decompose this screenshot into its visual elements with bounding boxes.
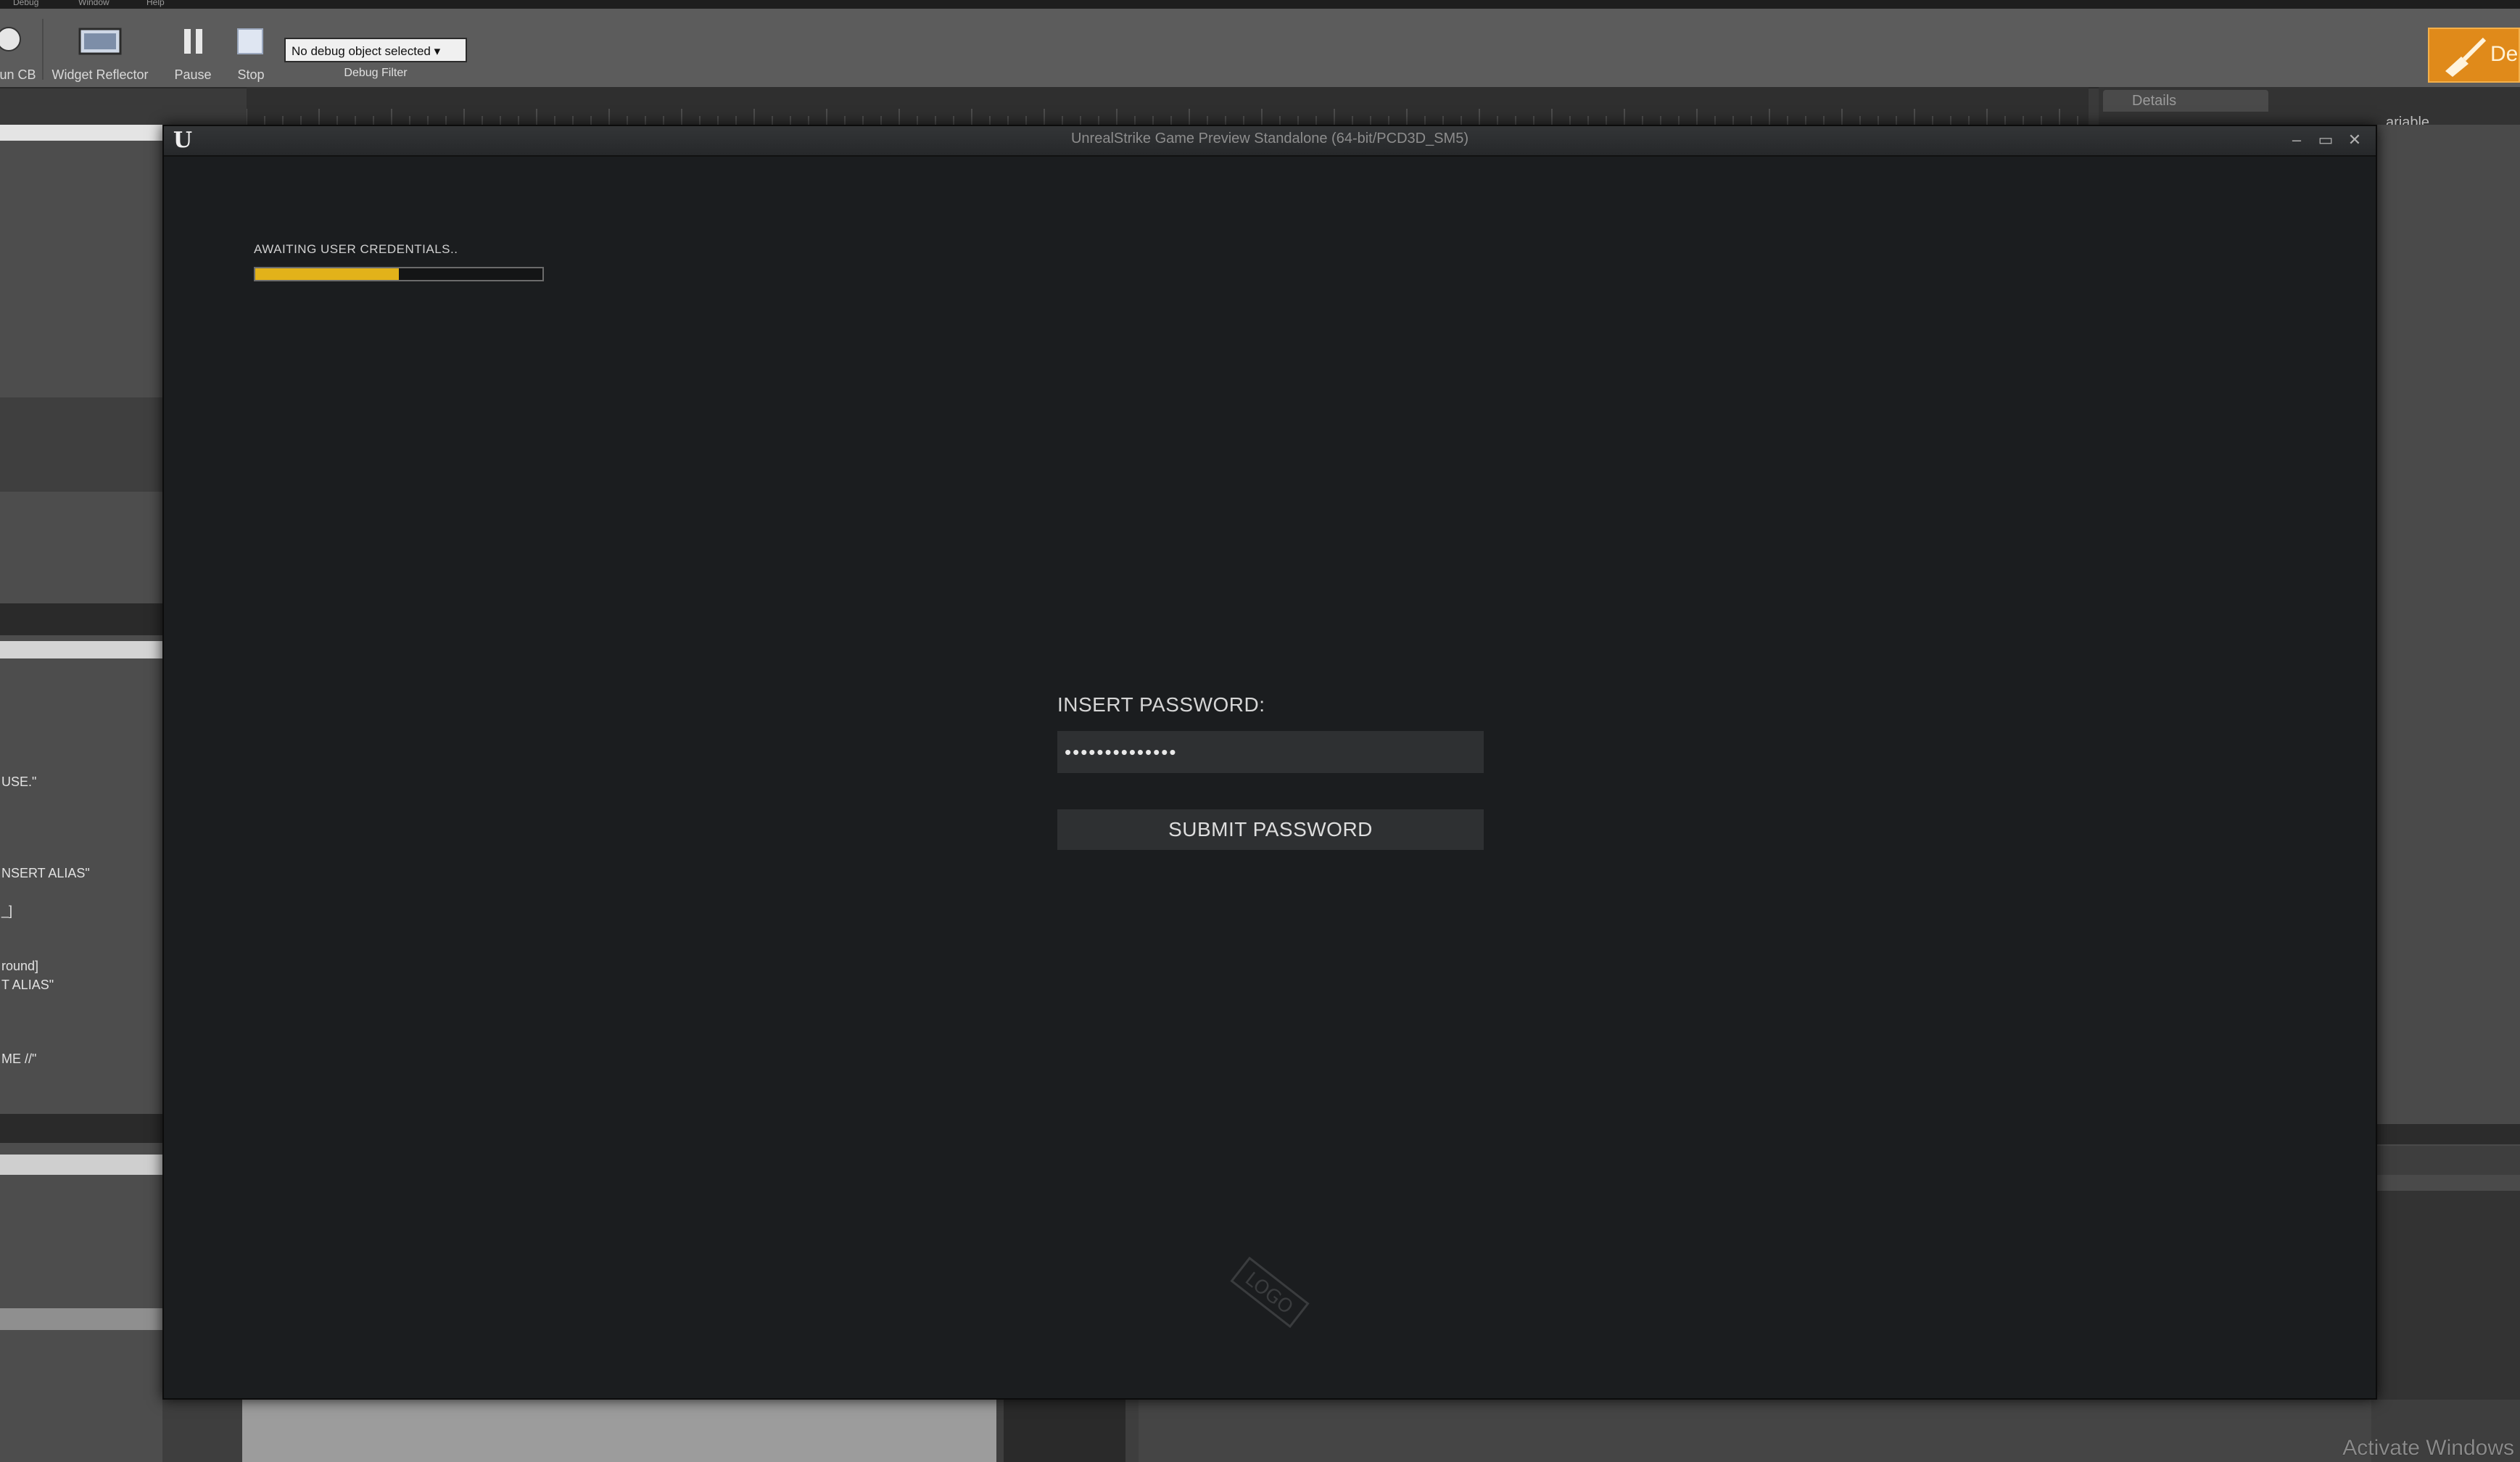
- debug-filter-label: Debug Filter: [344, 67, 408, 79]
- login-panel: INSERT PASSWORD: SUBMIT PASSWORD: [1057, 693, 1485, 882]
- left-panel-scrollbar[interactable]: [0, 1308, 162, 1330]
- stop-icon: [237, 28, 263, 54]
- menu-item-debug[interactable]: Debug: [13, 0, 38, 7]
- game-preview-window: U UnrealStrike Game Preview Standalone (…: [162, 125, 2377, 1400]
- menu-item-help[interactable]: Help: [146, 0, 165, 7]
- code-fragment: T ALIAS": [1, 978, 54, 992]
- code-fragment: ME //": [1, 1052, 37, 1066]
- progress-bar: [254, 267, 544, 281]
- run-icon: [0, 27, 21, 51]
- left-panel-divider: [0, 1114, 162, 1143]
- right-panel: [2377, 125, 2520, 1462]
- menu-item-window[interactable]: Window: [78, 0, 110, 7]
- submit-password-button[interactable]: SUBMIT PASSWORD: [1057, 809, 1484, 850]
- debug-object-select[interactable]: No debug object selected ▾: [284, 38, 467, 62]
- left-panel-divider: [0, 603, 162, 635]
- code-fragment: _]: [1, 904, 13, 918]
- progress-fill: [255, 268, 399, 280]
- orange-tool-button[interactable]: De: [2428, 28, 2520, 83]
- run-label: Run CB: [0, 67, 36, 82]
- right-panel-divider: [2377, 1124, 2520, 1144]
- pause-button[interactable]: Pause: [170, 16, 216, 86]
- widget-reflector-icon: [78, 28, 122, 55]
- left-panel-search-bar[interactable]: [0, 1155, 162, 1175]
- details-tab[interactable]: Details: [2103, 90, 2268, 112]
- stop-button[interactable]: Stop: [229, 16, 273, 86]
- run-button[interactable]: Run CB: [0, 16, 41, 86]
- bottom-panel: Activate Windows: [162, 1400, 2520, 1462]
- brush-icon: [2445, 37, 2487, 77]
- menu-bar: Debug Window Help: [0, 0, 2520, 9]
- logo-watermark-icon: LOGO: [1230, 1256, 1310, 1329]
- orange-tool-label: De: [2490, 42, 2519, 66]
- left-panel: USE." NSERT ALIAS" _] round] T ALIAS" ME…: [0, 125, 162, 1462]
- password-label: INSERT PASSWORD:: [1057, 693, 1265, 716]
- left-panel-search-bar[interactable]: [0, 641, 162, 658]
- password-input[interactable]: [1057, 731, 1484, 773]
- left-panel-header[interactable]: [0, 125, 162, 141]
- ruler-ticks: [246, 109, 2078, 125]
- editor-toolbar: Run CB Widget Reflector Pause Stop No de…: [0, 9, 2520, 88]
- timeline-ruler[interactable]: [246, 87, 2089, 126]
- maximize-button[interactable]: ▭: [2313, 129, 2338, 151]
- pause-label: Pause: [174, 67, 212, 82]
- toolbar-separator: [42, 19, 44, 80]
- status-text: AWAITING USER CREDENTIALS..: [254, 242, 458, 256]
- bottom-panel-area: [1004, 1400, 1125, 1462]
- window-title-bar[interactable]: U UnrealStrike Game Preview Standalone (…: [164, 126, 2376, 157]
- close-button[interactable]: ✕: [2342, 129, 2367, 151]
- left-panel-section: [0, 397, 162, 492]
- pause-icon: [184, 29, 202, 54]
- widget-reflector-label: Widget Reflector: [51, 67, 149, 82]
- minimize-button[interactable]: –: [2284, 129, 2309, 151]
- code-fragment: NSERT ALIAS": [1, 866, 90, 880]
- widget-reflector-button[interactable]: Widget Reflector: [46, 16, 154, 86]
- right-panel-section: [2377, 1146, 2520, 1175]
- activate-windows-watermark: Activate Windows: [2342, 1436, 2514, 1460]
- bottom-panel-area: [1139, 1400, 2371, 1462]
- stop-label: Stop: [237, 67, 265, 82]
- code-fragment: USE.": [1, 775, 37, 789]
- bottom-panel-area: [242, 1400, 996, 1462]
- window-title: UnrealStrike Game Preview Standalone (64…: [1070, 131, 1468, 146]
- code-fragment: round]: [1, 959, 39, 973]
